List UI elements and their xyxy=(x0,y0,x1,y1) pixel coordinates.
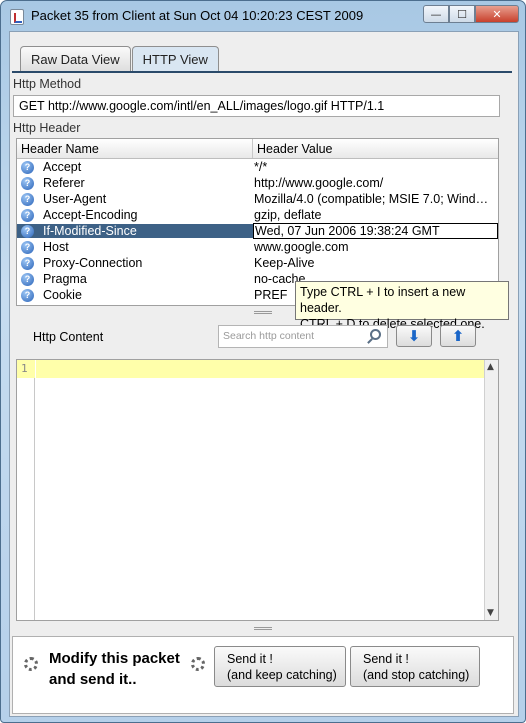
send-keep-line-1: Send it ! xyxy=(227,652,273,666)
arrow-down-icon: ⬇ xyxy=(407,327,421,345)
loading-spinner-icon xyxy=(191,657,205,671)
header-value-cell[interactable]: http://www.google.com/ xyxy=(253,175,498,191)
send-panel: Modify this packet and send it.. Send it… xyxy=(12,636,514,714)
header-name-cell: Host xyxy=(43,240,69,254)
modify-packet-message: Modify this packet and send it.. xyxy=(49,648,180,690)
tab-underline xyxy=(12,71,512,73)
find-next-button[interactable]: ⬇ xyxy=(396,325,432,347)
question-icon: ? xyxy=(21,192,34,206)
window-client-area: Raw Data View HTTP View Http Method GET … xyxy=(9,31,519,717)
table-row[interactable]: ? Proxy-Connection Keep-Alive xyxy=(17,255,498,271)
question-icon: ? xyxy=(21,240,34,254)
table-row[interactable]: ? User-Agent Mozilla/4.0 (compatible; MSIE… xyxy=(17,191,498,207)
header-name-cell: Referer xyxy=(43,176,85,190)
header-value-cell[interactable]: www.google.com xyxy=(253,239,498,255)
header-value-cell[interactable]: gzip, deflate xyxy=(253,207,498,223)
table-row[interactable]: ? Host www.google.com xyxy=(17,239,498,255)
header-name-cell: Pragma xyxy=(43,272,87,286)
question-icon: ? xyxy=(21,288,34,302)
http-content-label: Http Content xyxy=(33,330,104,344)
send-stop-catching-button[interactable]: Send it ! (and stop catching) xyxy=(350,646,480,687)
header-content-splitter[interactable] xyxy=(10,310,518,316)
search-input[interactable]: Search http content xyxy=(218,325,388,348)
minimize-button[interactable]: — xyxy=(423,5,449,23)
scroll-down-icon[interactable]: ▼ xyxy=(487,608,494,618)
header-name-cell: Accept-Encoding xyxy=(43,208,138,222)
window-controls: — ☐ ✕ xyxy=(423,5,519,23)
send-stop-line-1: Send it ! xyxy=(363,652,409,666)
search-placeholder: Search http content xyxy=(223,330,315,342)
packet-window: Packet 35 from Client at Sun Oct 04 10:2… xyxy=(0,0,526,723)
splitter-grip-icon xyxy=(254,627,272,630)
table-row[interactable]: ? Accept-Encoding gzip, deflate xyxy=(17,207,498,223)
tab-raw-data-view[interactable]: Raw Data View xyxy=(20,46,131,72)
header-table-head: Header Name Header Value xyxy=(17,139,498,159)
question-icon: ? xyxy=(21,224,34,238)
current-line-highlight[interactable] xyxy=(36,360,484,378)
question-icon: ? xyxy=(21,176,34,190)
find-previous-button[interactable]: ⬆ xyxy=(440,325,476,347)
line-number: 1 xyxy=(21,362,28,375)
java-app-icon xyxy=(10,9,24,25)
http-header-label: Http Header xyxy=(13,121,81,135)
modify-line-1: Modify this packet xyxy=(49,650,180,667)
http-method-label: Http Method xyxy=(13,77,82,91)
scroll-up-icon[interactable]: ▲ xyxy=(487,362,494,372)
window-title: Packet 35 from Client at Sun Oct 04 10:2… xyxy=(31,8,364,23)
table-row[interactable]: ? Accept */* xyxy=(17,159,498,175)
send-keep-line-2: (and keep catching) xyxy=(227,668,337,682)
header-name-cell: If-Modified-Since xyxy=(43,224,137,238)
header-value-cell[interactable]: */* xyxy=(253,159,498,175)
header-name-cell: User-Agent xyxy=(43,192,107,206)
send-stop-line-2: (and stop catching) xyxy=(363,668,470,682)
maximize-button[interactable]: ☐ xyxy=(449,5,475,23)
header-value-editor[interactable]: Wed, 07 Jun 2006 19:38:24 GMT xyxy=(253,223,498,239)
header-value-cell[interactable]: Keep-Alive xyxy=(253,255,498,271)
loading-spinner-icon xyxy=(24,657,38,671)
arrow-up-icon: ⬆ xyxy=(451,327,465,345)
search-icon[interactable] xyxy=(370,329,381,340)
question-icon: ? xyxy=(21,272,34,286)
column-header-value[interactable]: Header Value xyxy=(253,139,337,158)
view-tabs: Raw Data View HTTP View xyxy=(20,46,220,72)
tab-http-view[interactable]: HTTP View xyxy=(131,46,219,72)
close-button[interactable]: ✕ xyxy=(475,5,519,23)
content-footer-splitter[interactable] xyxy=(10,626,518,632)
http-content-editor[interactable]: 1 ▲ ▼ xyxy=(16,359,499,621)
table-row-selected[interactable]: ? If-Modified-Since Wed, 07 Jun 2006 19:38… xyxy=(17,223,498,239)
table-row[interactable]: ? Referer http://www.google.com/ xyxy=(17,175,498,191)
header-name-cell: Accept xyxy=(43,160,82,174)
column-header-name[interactable]: Header Name xyxy=(17,139,253,158)
header-name-cell: Proxy-Connection xyxy=(43,256,143,270)
title-bar[interactable]: Packet 35 from Client at Sun Oct 04 10:2… xyxy=(1,1,525,31)
header-name-cell: Cookie xyxy=(43,288,82,302)
splitter-grip-icon xyxy=(254,311,272,314)
vertical-scrollbar[interactable]: ▲ ▼ xyxy=(484,360,498,620)
question-icon: ? xyxy=(21,160,34,174)
question-icon: ? xyxy=(21,256,34,270)
question-icon: ? xyxy=(21,208,34,222)
modify-line-2: and send it.. xyxy=(49,671,137,688)
header-value-cell[interactable]: Mozilla/4.0 (compatible; MSIE 7.0; Wind… xyxy=(253,191,498,207)
send-keep-catching-button[interactable]: Send it ! (and keep catching) xyxy=(214,646,346,687)
line-number-gutter xyxy=(17,360,35,620)
http-method-field[interactable]: GET http://www.google.com/intl/en_ALL/im… xyxy=(13,95,500,117)
